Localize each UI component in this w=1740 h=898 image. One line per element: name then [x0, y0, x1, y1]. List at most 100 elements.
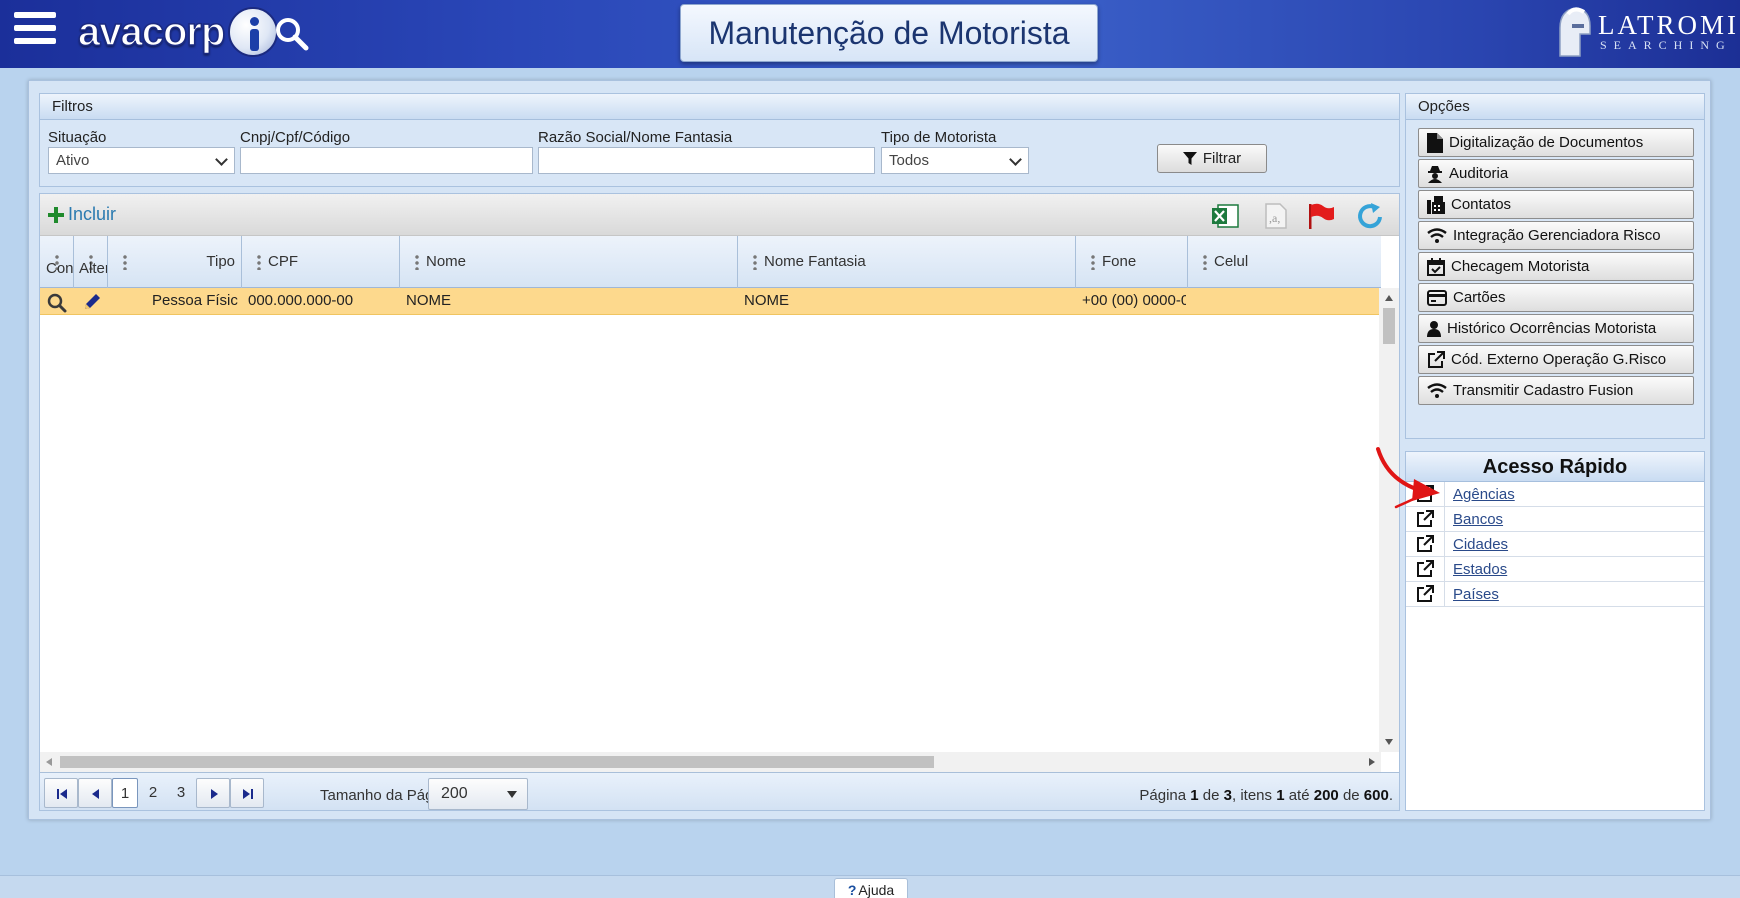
auditoria-button[interactable]: Auditoria [1418, 159, 1694, 188]
scroll-right-icon[interactable] [1369, 758, 1375, 766]
data-grid: Incluir ,a, Con Alter Tipo CPF Nome Nome… [39, 193, 1400, 811]
link-cidades[interactable]: Cidades [1453, 536, 1508, 553]
filters-panel: Filtros Situação Ativo Cnpj/Cpf/Código R… [39, 93, 1400, 187]
col-nome-fantasia[interactable]: Nome Fantasia [738, 236, 1076, 288]
scroll-left-icon[interactable] [46, 758, 52, 766]
link-paises[interactable]: Países [1453, 586, 1499, 603]
horizontal-scrollbar[interactable] [40, 752, 1381, 772]
brand-tagline: SEARCHING [1600, 38, 1732, 52]
spy-icon [1428, 165, 1442, 183]
list-item: Estados [1406, 557, 1704, 582]
document-icon [1427, 132, 1443, 153]
filter-icon [1182, 151, 1197, 165]
col-celular[interactable]: Celul [1188, 236, 1381, 288]
refresh-icon[interactable] [1356, 202, 1386, 230]
prev-page-icon [92, 789, 99, 799]
last-page-icon [243, 789, 253, 799]
col-nome[interactable]: Nome [400, 236, 738, 288]
scroll-down-icon[interactable] [1385, 739, 1393, 745]
options-title: Opções [1406, 94, 1704, 120]
tipo-motorista-label: Tipo de Motorista [881, 129, 997, 146]
cartoes-button[interactable]: Cartões [1418, 283, 1694, 312]
list-item: Países [1406, 582, 1704, 607]
menu-icon[interactable] [14, 12, 56, 52]
col-alter[interactable]: Alter [74, 236, 108, 288]
table-row[interactable]: Pessoa Física 000.000.000-00 NOME NOME +… [40, 288, 1381, 315]
search-icon[interactable] [274, 16, 310, 52]
cell-nome-fantasia: NOME [744, 292, 789, 309]
col-cpf[interactable]: CPF [242, 236, 400, 288]
last-page-button[interactable] [230, 778, 264, 808]
options-panel: Opções Digitalização de Documentos Audit… [1405, 93, 1705, 439]
prev-page-button[interactable] [78, 778, 112, 808]
flag-icon[interactable] [1306, 202, 1336, 230]
info-logo-icon [228, 7, 279, 57]
link-bancos[interactable]: Bancos [1453, 511, 1503, 528]
text-export-icon[interactable]: ,a, [1260, 202, 1290, 230]
historico-ocorrencias-button[interactable]: Histórico Ocorrências Motorista [1418, 314, 1694, 343]
situacao-label: Situação [48, 129, 107, 146]
incluir-button[interactable]: Incluir [48, 204, 116, 225]
cnpj-input[interactable] [240, 147, 533, 174]
vertical-scroll-thumb[interactable] [1383, 308, 1395, 344]
external-link-icon [1417, 585, 1434, 602]
next-page-icon [211, 789, 218, 799]
external-link-icon [1417, 535, 1434, 552]
tipo-motorista-select[interactable]: Todos [881, 147, 1029, 174]
page-3-button[interactable]: 3 [168, 778, 194, 808]
cell-cpf: 000.000.000-00 [248, 292, 354, 309]
pager: 1 2 3 Tamanho da Página 200 Página 1 de … [40, 772, 1399, 810]
razao-input[interactable] [538, 147, 875, 174]
link-estados[interactable]: Estados [1453, 561, 1507, 578]
checagem-motorista-button[interactable]: Checagem Motorista [1418, 252, 1694, 281]
razao-label: Razão Social/Nome Fantasia [538, 129, 733, 146]
help-button[interactable]: ? Ajuda [834, 878, 908, 898]
credit-card-icon [1427, 289, 1447, 306]
page-size-select[interactable]: 200 [428, 778, 528, 810]
scroll-up-icon[interactable] [1385, 295, 1393, 301]
page-1-button[interactable]: 1 [112, 778, 138, 808]
filters-title: Filtros [40, 94, 1399, 120]
svg-text:,a,: ,a, [1269, 211, 1280, 225]
wifi-icon [1427, 382, 1447, 398]
page-title: Manutenção de Motorista [680, 4, 1098, 62]
link-agencias[interactable]: Agências [1453, 486, 1515, 503]
cell-fone: +00 (00) 0000-000 [1082, 292, 1186, 309]
col-tipo[interactable]: Tipo [108, 236, 242, 288]
horizontal-scroll-thumb[interactable] [60, 756, 934, 768]
calendar-check-icon [1427, 257, 1445, 276]
red-arrow-annotation [1376, 447, 1440, 509]
brand-name: LATROMI [1598, 10, 1739, 40]
plus-icon [48, 206, 64, 223]
page-info: Página 1 de 3, itens 1 até 200 de 600. [1139, 787, 1393, 804]
main-container: Filtros Situação Ativo Cnpj/Cpf/Código R… [28, 80, 1711, 820]
view-icon[interactable] [47, 293, 67, 313]
edit-icon[interactable] [82, 292, 102, 312]
cell-nome: NOME [406, 292, 451, 309]
next-page-button[interactable] [196, 778, 230, 808]
col-con[interactable]: Con [40, 236, 74, 288]
table-header: Con Alter Tipo CPF Nome Nome Fantasia Fo… [40, 236, 1381, 288]
grid-toolbar: Incluir ,a, [40, 194, 1399, 236]
filtrar-label: Filtrar [1202, 150, 1242, 167]
user-icon [1427, 320, 1441, 337]
cod-externo-button[interactable]: Cód. Externo Operação G.Risco [1418, 345, 1694, 374]
page-2-button[interactable]: 2 [140, 778, 166, 808]
helmet-icon [1559, 7, 1591, 57]
fax-icon [1427, 195, 1445, 214]
digitalizacao-button[interactable]: Digitalização de Documentos [1418, 128, 1694, 157]
excel-export-icon[interactable] [1210, 202, 1240, 230]
filtrar-button[interactable]: Filtrar [1157, 144, 1267, 173]
integracao-gerenciadora-button[interactable]: Integração Gerenciadora Risco [1418, 221, 1694, 250]
first-page-icon [57, 789, 67, 799]
list-item: Cidades [1406, 532, 1704, 557]
contatos-button[interactable]: Contatos [1418, 190, 1694, 219]
first-page-button[interactable] [44, 778, 78, 808]
top-bar: avacorp Manutenção de Motorista LATROMI … [0, 0, 1740, 68]
situacao-select[interactable]: Ativo [48, 147, 235, 174]
cnpj-label: Cnpj/Cpf/Código [240, 129, 351, 146]
col-fone[interactable]: Fone [1076, 236, 1188, 288]
external-link-icon [1417, 560, 1434, 577]
latromi-brand: LATROMI SEARCHING [1550, 4, 1736, 60]
transmitir-cadastro-fusion-button[interactable]: Transmitir Cadastro Fusion [1418, 376, 1694, 405]
